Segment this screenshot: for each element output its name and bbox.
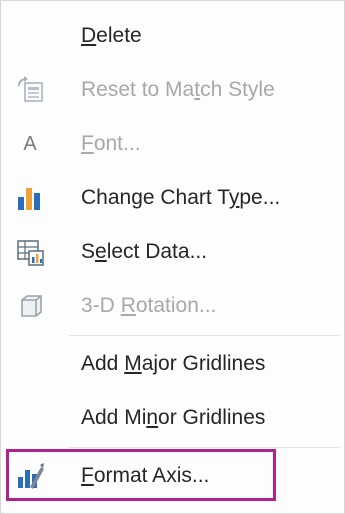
format-axis-highlight-box [6, 449, 276, 501]
menu-item-label: Reset to Match Style [81, 78, 275, 101]
menu-item-label: 3-D Rotation... [81, 294, 217, 317]
menu-item-label: Change Chart Type... [81, 186, 281, 209]
context-menu: Delete Reset to Match Style A Font... Ch… [0, 0, 345, 514]
menu-item-label: Font... [81, 132, 141, 155]
font-icon: A [23, 132, 37, 155]
change-chart-type-icon [13, 181, 47, 215]
menu-item-delete[interactable]: Delete [1, 9, 344, 63]
3d-rotation-icon [13, 289, 47, 323]
menu-item-font[interactable]: A Font... [1, 117, 344, 171]
reset-style-icon [13, 73, 47, 107]
menu-item-label: Add Major Gridlines [81, 352, 266, 375]
menu-item-3d-rotation[interactable]: 3-D Rotation... [1, 279, 344, 333]
menu-item-select-data[interactable]: Select Data... [1, 225, 344, 279]
menu-separator [69, 335, 340, 336]
menu-item-change-chart-type[interactable]: Change Chart Type... [1, 171, 344, 225]
menu-item-reset-to-match-style[interactable]: Reset to Match Style [1, 63, 344, 117]
menu-item-add-minor-gridlines[interactable]: Add Minor Gridlines [1, 391, 344, 445]
menu-item-label: Delete [81, 24, 142, 47]
menu-item-add-major-gridlines[interactable]: Add Major Gridlines [1, 337, 344, 391]
menu-item-label: Add Minor Gridlines [81, 406, 266, 429]
menu-item-label: Select Data... [81, 240, 208, 263]
select-data-icon [13, 235, 47, 269]
menu-separator [69, 447, 340, 448]
